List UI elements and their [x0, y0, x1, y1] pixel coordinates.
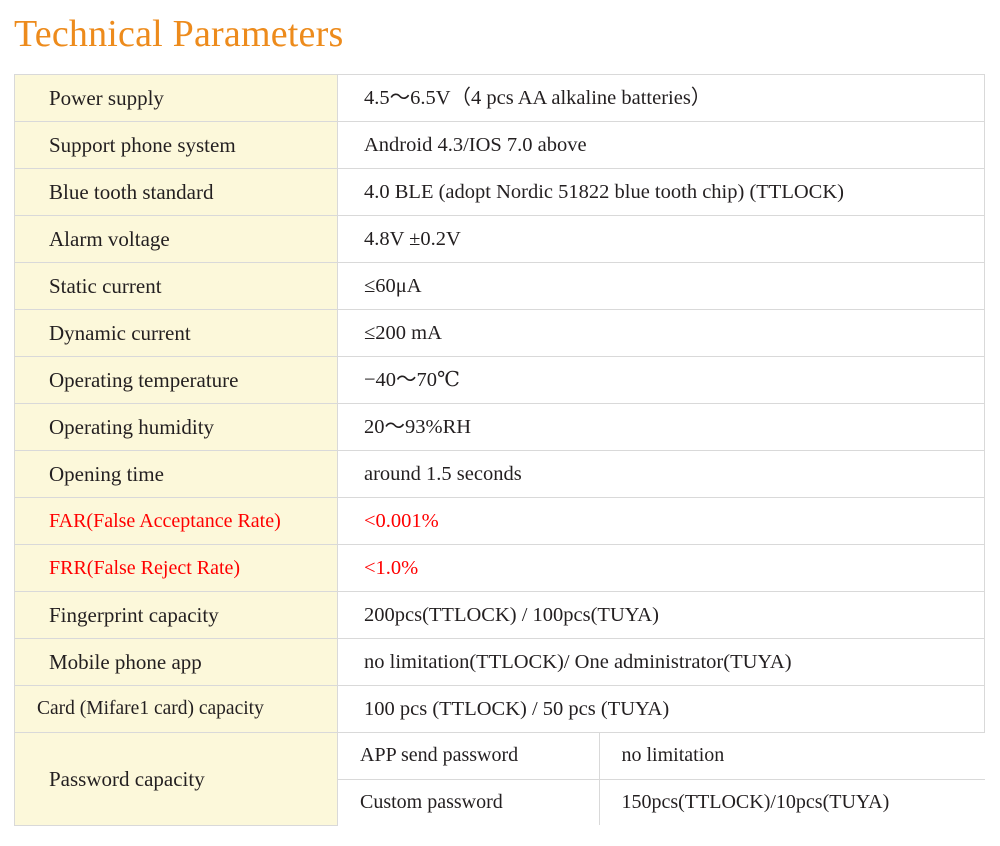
- sub-row-key: APP send password: [338, 733, 600, 780]
- sub-table-body: APP send password no limitation Custom p…: [338, 733, 985, 825]
- table-row-far: FAR(False Acceptance Rate) <0.001%: [14, 497, 985, 545]
- table-row-frr: FRR(False Reject Rate) <1.0%: [14, 544, 985, 592]
- sub-table-row: Custom password 150pcs(TTLOCK)/10pcs(TUY…: [338, 779, 985, 825]
- table-row: Dynamic current ≤200 mA: [14, 309, 985, 357]
- table-row: Support phone system Android 4.3/IOS 7.0…: [14, 121, 985, 169]
- row-label: Password capacity: [14, 732, 338, 826]
- table-row: Card (Mifare1 card) capacity 100 pcs (TT…: [14, 685, 985, 733]
- row-value: ≤60μA: [337, 262, 985, 310]
- password-capacity-subtable: APP send password no limitation Custom p…: [338, 733, 985, 825]
- row-label: Power supply: [14, 74, 338, 122]
- page-title: Technical Parameters: [14, 13, 344, 55]
- row-value: 20～93%RH: [337, 403, 985, 451]
- spec-sheet-page: Technical Parameters Power supply 4.5～6.…: [0, 0, 1000, 846]
- table-row: Fingerprint capacity 200pcs(TTLOCK) / 10…: [14, 591, 985, 639]
- table-body: Power supply 4.5～6.5V（4 pcs AA alkaline …: [14, 74, 985, 826]
- row-label: Opening time: [14, 450, 338, 498]
- password-capacity-subtable-host: APP send password no limitation Custom p…: [337, 732, 985, 825]
- row-label: Card (Mifare1 card) capacity: [14, 685, 338, 733]
- row-value: 200pcs(TTLOCK) / 100pcs(TUYA): [337, 591, 985, 639]
- row-label: Blue tooth standard: [14, 168, 338, 216]
- row-value: 100 pcs (TTLOCK) / 50 pcs (TUYA): [337, 685, 985, 733]
- row-label: Support phone system: [14, 121, 338, 169]
- row-label: Fingerprint capacity: [14, 591, 338, 639]
- row-value: 4.0 BLE (adopt Nordic 51822 blue tooth c…: [337, 168, 985, 216]
- row-label: Operating temperature: [14, 356, 338, 404]
- row-value: <1.0%: [337, 544, 985, 592]
- row-label: Static current: [14, 262, 338, 310]
- table-row: Blue tooth standard 4.0 BLE (adopt Nordi…: [14, 168, 985, 216]
- technical-parameters-table: Power supply 4.5～6.5V（4 pcs AA alkaline …: [14, 74, 985, 826]
- row-value: −40～70℃: [337, 356, 985, 404]
- sub-row-value: 150pcs(TTLOCK)/10pcs(TUYA): [598, 779, 985, 825]
- row-label: Alarm voltage: [14, 215, 338, 263]
- table-row: Mobile phone app no limitation(TTLOCK)/ …: [14, 638, 985, 686]
- row-label: Mobile phone app: [14, 638, 338, 686]
- table-row: Opening time around 1.5 seconds: [14, 450, 985, 498]
- sub-table-row: APP send password no limitation: [338, 733, 985, 780]
- row-label: Operating humidity: [14, 403, 338, 451]
- row-value: <0.001%: [337, 497, 985, 545]
- table-row-password-capacity: Password capacity APP send password no l…: [14, 732, 985, 826]
- sub-row-value: no limitation: [598, 733, 985, 780]
- table-row: Power supply 4.5～6.5V（4 pcs AA alkaline …: [14, 74, 985, 122]
- row-value: no limitation(TTLOCK)/ One administrator…: [337, 638, 985, 686]
- table-row: Alarm voltage 4.8V ±0.2V: [14, 215, 985, 263]
- row-label: FRR(False Reject Rate): [14, 544, 338, 592]
- row-value: Android 4.3/IOS 7.0 above: [337, 121, 985, 169]
- sub-row-key: Custom password: [338, 779, 600, 825]
- table-row: Operating humidity 20～93%RH: [14, 403, 985, 451]
- row-value: ≤200 mA: [337, 309, 985, 357]
- row-value: around 1.5 seconds: [337, 450, 985, 498]
- row-value: 4.8V ±0.2V: [337, 215, 985, 263]
- row-label: FAR(False Acceptance Rate): [14, 497, 338, 545]
- table-row: Operating temperature −40～70℃: [14, 356, 985, 404]
- row-value: 4.5～6.5V（4 pcs AA alkaline batteries）: [337, 74, 985, 122]
- row-label: Dynamic current: [14, 309, 338, 357]
- table-row: Static current ≤60μA: [14, 262, 985, 310]
